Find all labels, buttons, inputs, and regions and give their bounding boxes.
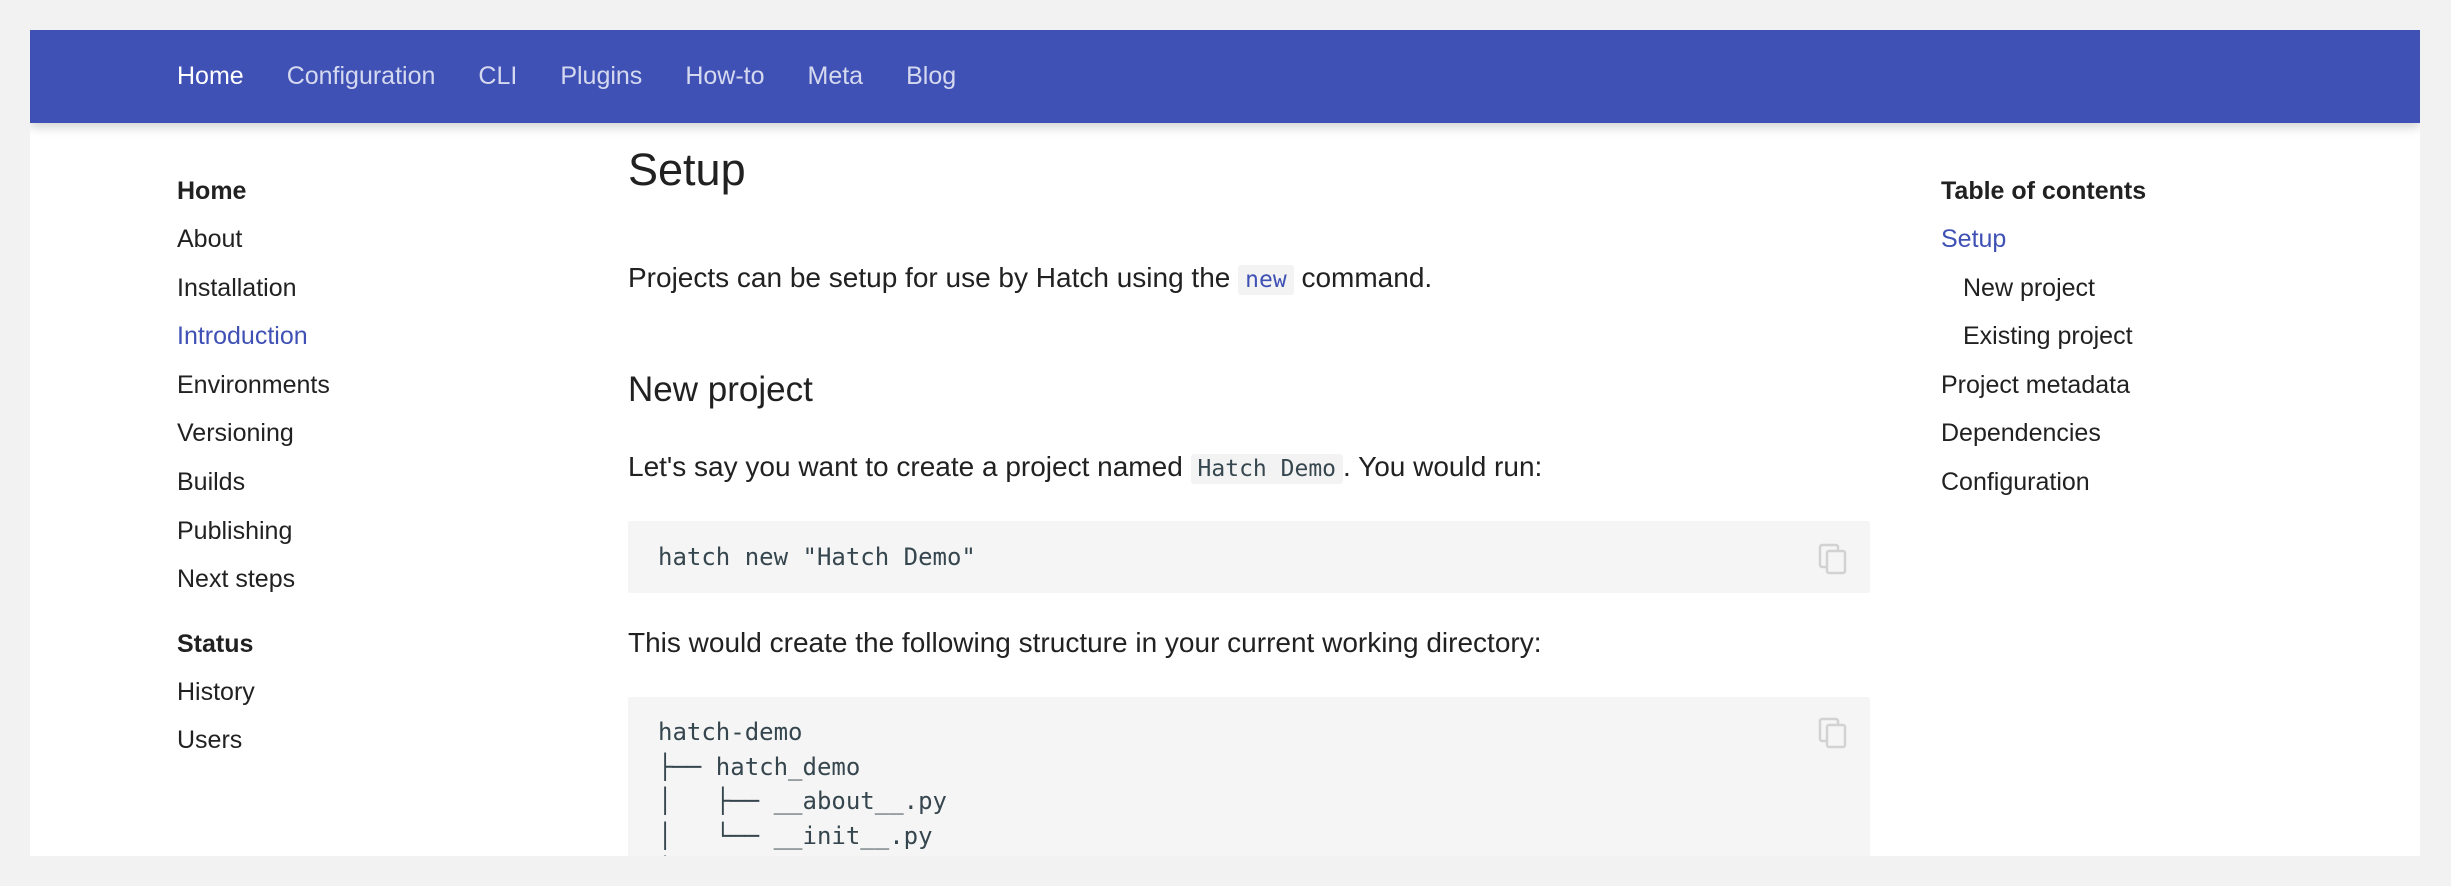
- left-sidebar: Home About Installation Introduction Env…: [177, 167, 557, 765]
- command-code-block: hatch new "Hatch Demo": [628, 521, 1870, 593]
- sidebar-section-status: Status: [177, 629, 254, 658]
- new-project-paragraph: Let's say you want to create a project n…: [628, 449, 1542, 487]
- toc-item-project-metadata[interactable]: Project metadata: [1941, 361, 2361, 410]
- project-name-code: Hatch Demo: [1190, 454, 1344, 484]
- sidebar-item-history[interactable]: History: [177, 668, 557, 717]
- sidebar-item-builds[interactable]: Builds: [177, 458, 557, 507]
- toc-item-dependencies[interactable]: Dependencies: [1941, 409, 2361, 458]
- topnav-configuration[interactable]: Configuration: [287, 62, 436, 91]
- main-content: Setup Projects can be setup for use by H…: [628, 142, 1870, 856]
- topnav-plugins[interactable]: Plugins: [560, 62, 642, 91]
- sidebar-item-users[interactable]: Users: [177, 716, 557, 765]
- topnav-meta[interactable]: Meta: [808, 62, 864, 91]
- np-text-before: Let's say you want to create a project n…: [628, 451, 1191, 482]
- new-project-heading: New project: [628, 370, 813, 409]
- sidebar-item-introduction[interactable]: Introduction: [177, 312, 557, 361]
- topnav-how-to[interactable]: How-to: [685, 62, 764, 91]
- page-frame: Home Configuration CLI Plugins How-to Me…: [30, 30, 2420, 856]
- toc-item-setup[interactable]: Setup: [1941, 215, 2361, 264]
- sidebar-item-installation[interactable]: Installation: [177, 264, 557, 313]
- topnav-cli[interactable]: CLI: [478, 62, 517, 91]
- intro-text-after: command.: [1293, 262, 1433, 293]
- new-command-code[interactable]: new: [1238, 265, 1294, 295]
- sidebar-section-home: Home: [177, 177, 247, 205]
- toc-item-configuration[interactable]: Configuration: [1941, 458, 2361, 507]
- intro-paragraph: Projects can be setup for use by Hatch u…: [628, 260, 1432, 298]
- topnav-home[interactable]: Home: [177, 62, 244, 91]
- top-header: Home Configuration CLI Plugins How-to Me…: [30, 30, 2420, 123]
- table-of-contents: Table of contents Setup New project Exis…: [1941, 167, 2361, 507]
- sidebar-item-publishing[interactable]: Publishing: [177, 507, 557, 556]
- toc-title: Table of contents: [1941, 177, 2147, 205]
- top-nav: Home Configuration CLI Plugins How-to Me…: [177, 30, 999, 123]
- toc-item-existing-project[interactable]: Existing project: [1941, 312, 2361, 361]
- sidebar-item-versioning[interactable]: Versioning: [177, 409, 557, 458]
- tree-code: hatch-demo ├── hatch_demo │ ├── __about_…: [658, 718, 947, 850]
- command-code: hatch new "Hatch Demo": [658, 543, 976, 571]
- sidebar-item-next-steps[interactable]: Next steps: [177, 555, 557, 604]
- copy-icon[interactable]: [1818, 543, 1848, 575]
- intro-text-before: Projects can be setup for use by Hatch u…: [628, 262, 1239, 293]
- np-text-after: . You would run:: [1343, 451, 1543, 482]
- structure-paragraph: This would create the following structur…: [628, 627, 1542, 658]
- sidebar-item-environments[interactable]: Environments: [177, 361, 557, 410]
- page-title: Setup: [628, 144, 746, 195]
- topnav-blog[interactable]: Blog: [906, 62, 956, 91]
- copy-icon[interactable]: [1818, 717, 1848, 749]
- toc-item-new-project[interactable]: New project: [1941, 264, 2361, 313]
- tree-code-block: hatch-demo ├── hatch_demo │ ├── __about_…: [628, 697, 1870, 856]
- sidebar-item-about[interactable]: About: [177, 215, 557, 264]
